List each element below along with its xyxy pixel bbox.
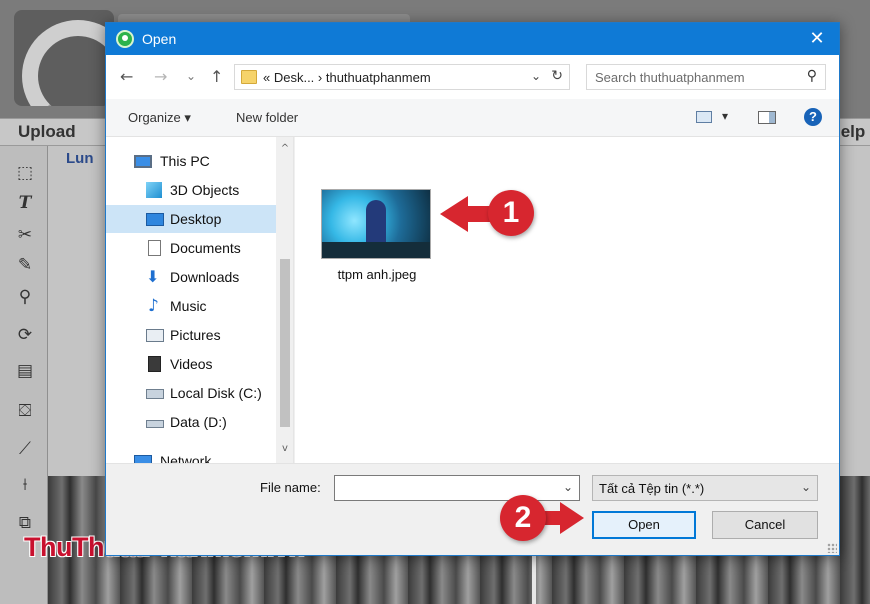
step-2-badge: 2	[500, 495, 546, 541]
annotation-arrows	[440, 196, 584, 534]
arrow-2	[544, 502, 584, 534]
step-1-badge: 1	[488, 190, 534, 236]
